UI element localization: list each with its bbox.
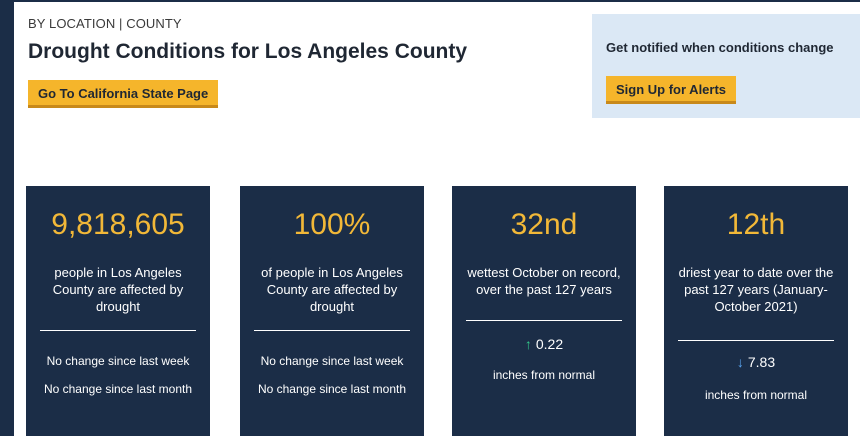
precip-delta: ↑ 0.22 <box>452 336 636 352</box>
breadcrumb: BY LOCATION | COUNTY <box>28 16 182 31</box>
stat-value: 100% <box>293 208 371 241</box>
divider <box>466 320 622 321</box>
stat-description: driest year to date over the past 127 ye… <box>678 265 834 314</box>
stat-value: 32nd <box>510 208 578 241</box>
divider <box>254 330 410 331</box>
precip-delta: ↓ 7.83 <box>664 354 848 370</box>
stat-card-driest-year: 12th driest year to date over the past 1… <box>664 186 848 436</box>
divider <box>678 340 834 341</box>
delta-value: 7.83 <box>747 354 776 370</box>
weekly-change: No change since last week <box>46 354 190 368</box>
weekly-change: No change since last week <box>260 354 404 368</box>
notification-text: Get notified when conditions change <box>606 40 834 55</box>
page-content: BY LOCATION | COUNTY Drought Conditions … <box>14 2 860 436</box>
delta-value: 0.22 <box>535 336 564 352</box>
arrow-up-icon: ↑ <box>524 336 532 352</box>
delta-unit: inches from normal <box>704 388 808 402</box>
page-title: Drought Conditions for Los Angeles Count… <box>28 40 468 63</box>
stat-description: people in Los Angeles County are affecte… <box>52 265 184 314</box>
stat-description: of people in Los Angeles County are affe… <box>261 265 403 314</box>
stat-description: wettest October on record, over the past… <box>467 265 621 297</box>
stat-card-wettest-october: 32nd wettest October on record, over the… <box>452 186 636 436</box>
go-to-state-page-button[interactable]: Go To California State Page <box>28 80 219 108</box>
stat-value: 9,818,605 <box>51 208 185 241</box>
sign-up-alerts-button[interactable]: Sign Up for Alerts <box>606 76 737 104</box>
monthly-change: No change since last month <box>43 382 193 396</box>
delta-unit: inches from normal <box>492 368 596 382</box>
stat-card-percent: 100% of people in Los Angeles County are… <box>240 186 424 436</box>
notification-panel: Get notified when conditions change Sign… <box>592 14 860 118</box>
divider <box>40 330 196 331</box>
stat-card-population: 9,818,605 people in Los Angeles County a… <box>26 186 210 436</box>
monthly-change: No change since last month <box>257 382 407 396</box>
arrow-down-icon: ↓ <box>736 354 744 370</box>
stat-value: 12th <box>726 208 786 241</box>
